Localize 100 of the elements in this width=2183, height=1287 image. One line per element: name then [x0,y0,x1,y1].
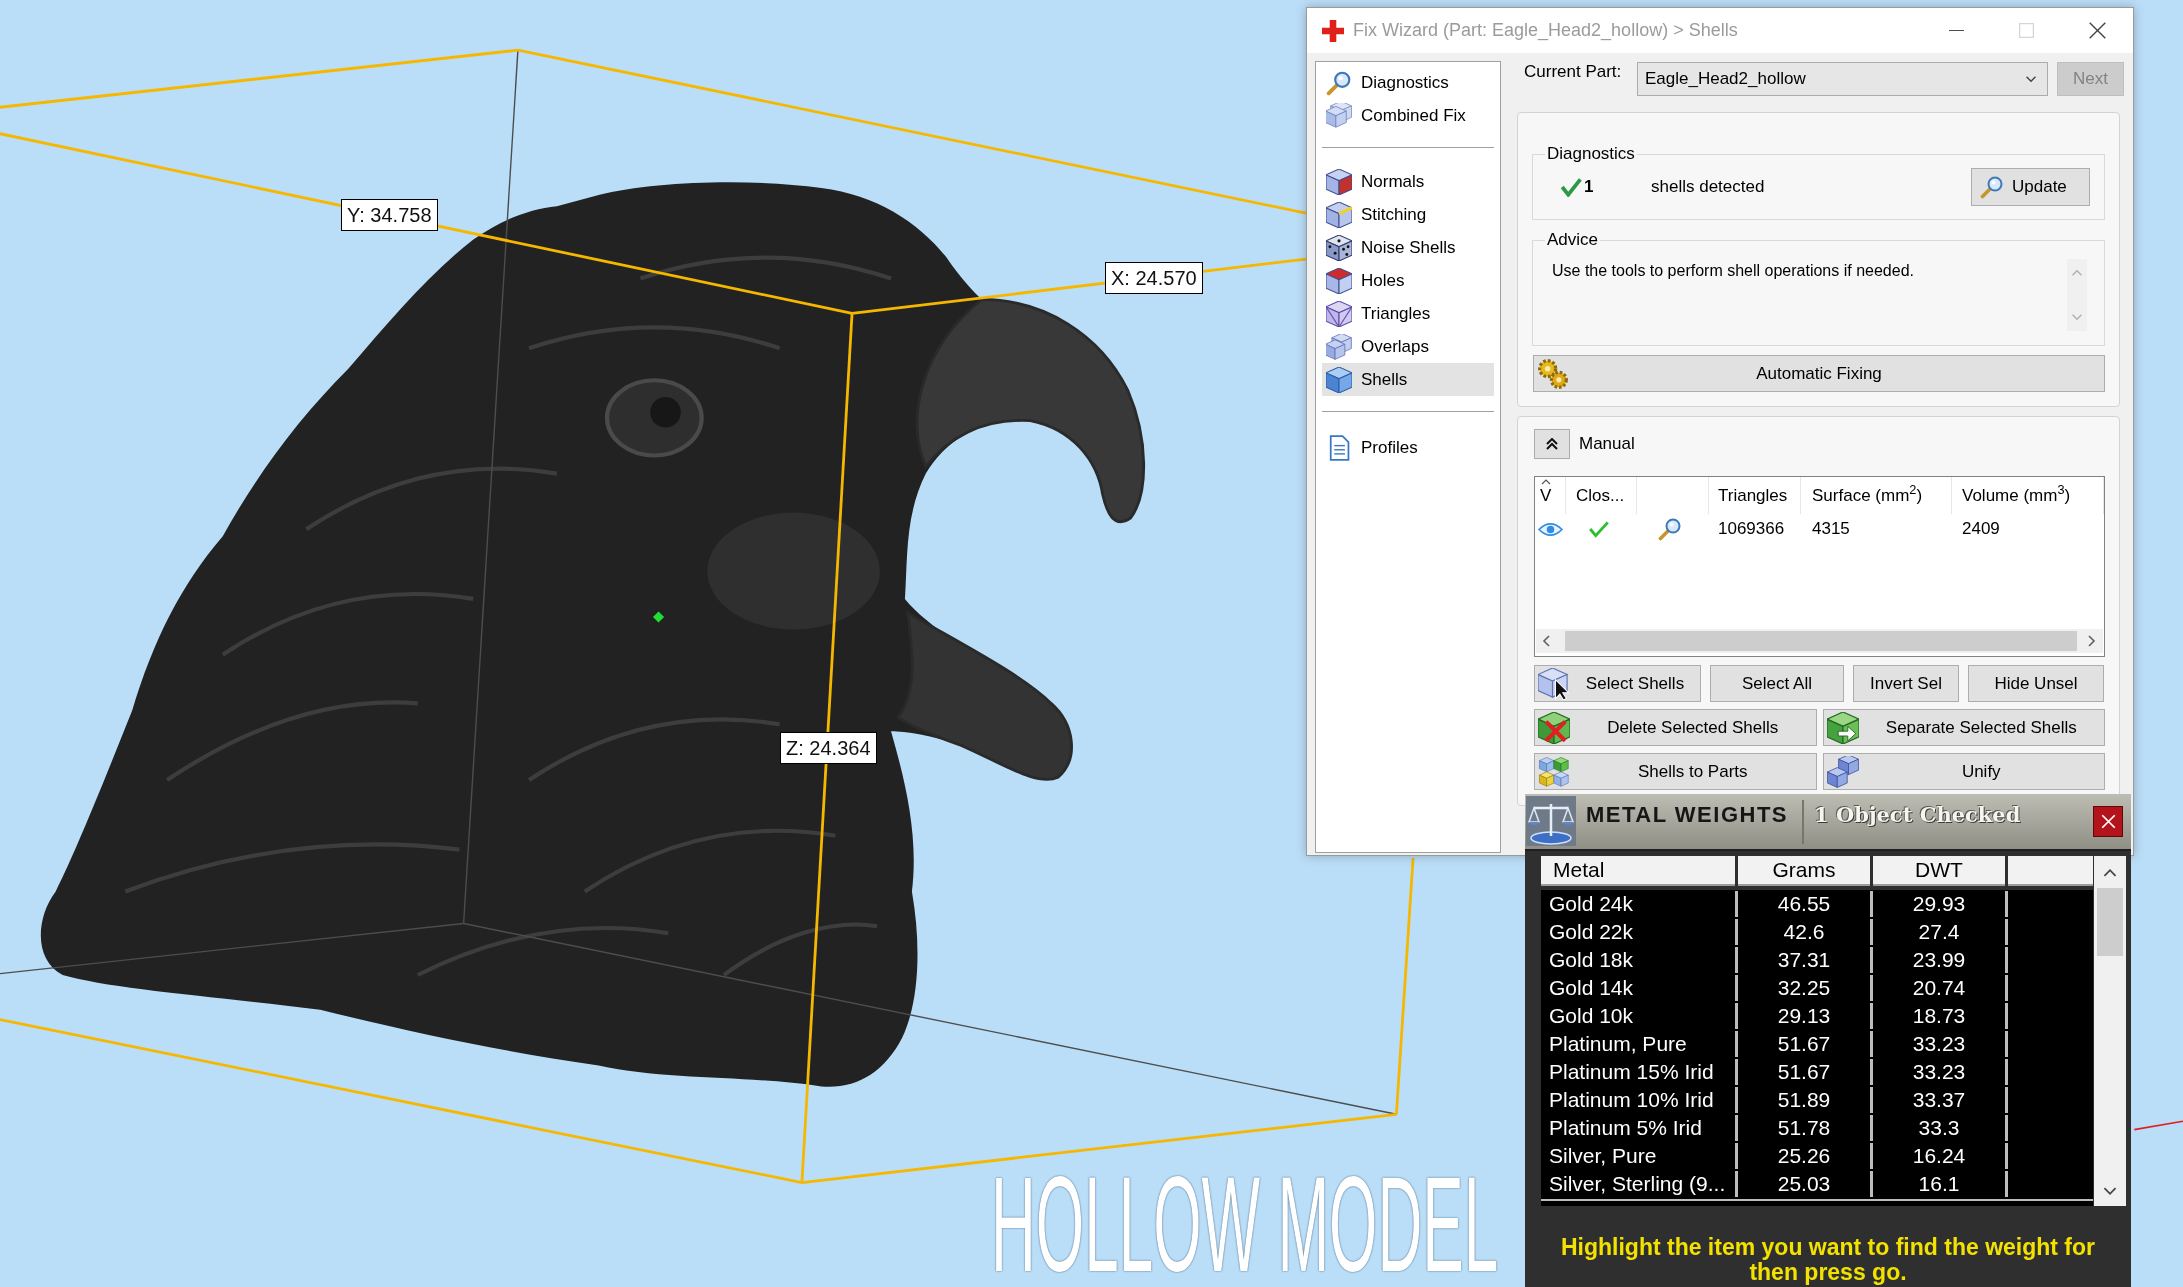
table-cell: Gold 10k [1541,1003,1735,1029]
collapse-button[interactable] [1534,429,1570,459]
column-header[interactable]: V [1535,477,1566,514]
sidebar-item[interactable]: Noise Shells [1322,231,1494,264]
table-cell: Platinum 5% Irid [1541,1115,1735,1141]
table-row[interactable]: Platinum 15% Irid 51.67 33.23 [1541,1059,2093,1085]
table-row[interactable]: 1069366 4315 2409 [1535,514,2104,544]
close-button[interactable] [2093,806,2123,837]
update-button[interactable]: Update [1971,168,2090,206]
sidebar-item[interactable]: Diagnostics [1322,66,1494,99]
axis-line [2133,1120,2183,1131]
scrollbar-thumb[interactable] [1565,631,2077,651]
group-title: Advice [1546,229,1600,251]
sidebar-item[interactable]: Normals [1322,165,1494,198]
table-cell: 33.37 [1873,1087,2005,1113]
sidebar-item[interactable]: Profiles [1322,431,1494,464]
action-button[interactable]: Select All [1710,665,1844,702]
action-button[interactable]: Separate Selected Shells [1822,709,2105,746]
sidebar-item[interactable]: Shells [1322,363,1494,396]
dice-icon [1326,234,1352,261]
table-row[interactable]: Gold 10k 29.13 18.73 [1541,1003,2093,1029]
sidebar-item[interactable]: Holes [1322,264,1494,297]
table-row[interactable]: Silver, Sterling (9... 25.03 16.1 [1541,1171,2093,1197]
column-header[interactable]: DWT [1873,856,2005,886]
action-button[interactable]: Delete Selected Shells [1534,709,1817,746]
part-dropdown[interactable]: Eagle_Head2_hollow [1637,62,2048,96]
column-header[interactable]: Grams [1738,856,1870,886]
dimension-label: Z: 24.364 [780,732,877,764]
table-cell: Silver, Pure [1541,1143,1735,1169]
table-cell: 32.25 [1738,975,1870,1001]
column-header[interactable]: Metal [1541,856,1735,886]
shaded-cube-icon [1326,168,1352,195]
cube-seam-icon [1326,201,1352,228]
scroll-down-icon[interactable] [2103,1186,2117,1196]
column-header[interactable]: Surface (mm$^{2}$) [1801,477,1952,514]
joined-cubes-icon [1826,755,1859,788]
eye-icon[interactable] [1538,521,1563,537]
table-cell-text: 4315 [1811,518,1851,541]
sidebar-item[interactable]: Stitching [1322,198,1494,231]
section-title: Manual [1579,433,1635,456]
column-header[interactable]: Triangles [1709,477,1801,514]
table-row[interactable]: Gold 24k 46.55 29.93 [1541,891,2093,917]
chevron-down-icon [2025,75,2037,83]
maximize-icon [2018,23,2034,38]
action-button[interactable]: Shells to Parts [1534,753,1817,790]
field-label: Current Part: [1523,62,1623,82]
table-cell: 29.13 [1738,1003,1870,1029]
table-row[interactable]: Silver, Pure 25.26 16.24 [1541,1143,2093,1169]
vertical-scrollbar[interactable] [2094,856,2126,1206]
table-cell: 25.03 [1738,1171,1870,1197]
table-cell: 16.24 [1873,1143,2005,1169]
scroll-right-icon[interactable] [2087,635,2096,647]
close-icon [2088,22,2106,39]
table-cell: 18.73 [1873,1003,2005,1029]
sidebar-item[interactable]: Overlaps [1322,330,1494,363]
table-cell: Gold 24k [1541,891,1735,917]
magnifier-icon [1326,69,1352,96]
plus-icon [1322,19,1344,42]
table-row[interactable]: Platinum, Pure 51.67 33.23 [1541,1031,2093,1057]
status-text: 1 Object Checked [1814,802,2021,828]
table-cell: Gold 14k [1541,975,1735,1001]
table-row[interactable]: Gold 14k 32.25 20.74 [1541,975,2093,1001]
table-row[interactable]: Gold 22k 42.6 27.4 [1541,919,2093,945]
table-cell: 51.78 [1738,1115,1870,1141]
hint-text: Highlight the item you want to find the weight for then press go. [1559,1235,2097,1287]
table-cell: 42.6 [1738,919,1870,945]
table-row[interactable]: Gold 18k 37.31 23.99 [1541,947,2093,973]
table-cell: 16.1 [1873,1171,2005,1197]
minimize-icon [1948,29,1964,32]
table-row[interactable]: Platinum 10% Irid 51.89 33.37 [1541,1087,2093,1113]
automatic-fixing-button[interactable]: Automatic Fixing [1533,355,2105,392]
marker-icon [652,611,665,623]
table-row[interactable]: Platinum 5% Irid 51.78 33.3 [1541,1115,2093,1141]
action-button[interactable]: Invert Sel [1853,665,1959,702]
action-button[interactable]: Unify [1822,753,2105,790]
table-cell: Gold 22k [1541,919,1735,945]
window-title: Fix Wizard (Part: Eagle_Head2_hollow) > Shells [1353,19,1738,43]
action-button[interactable]: Select Shells [1534,665,1701,702]
column-header[interactable]: Clos... [1566,477,1637,514]
horizontal-scrollbar[interactable] [1536,629,2103,653]
scrollbar-thumb[interactable] [2097,888,2123,956]
magnifier-icon [1980,175,2004,199]
table-cell: 51.67 [1738,1059,1870,1085]
double-chevron-up-icon [1546,438,1558,450]
stacked-cubes-icon [1326,102,1352,129]
scroll-up-icon[interactable] [2103,868,2117,878]
scroll-left-icon[interactable] [1542,635,1551,647]
action-button[interactable]: Hide Unsel [1968,665,2104,702]
column-header[interactable]: Volume (mm$^{3}$) [1952,477,2104,514]
cube-grid-icon [1538,755,1570,788]
sidebar-item[interactable]: Triangles [1322,297,1494,330]
table-cell-text: 1069366 [1717,518,1786,541]
table-cell: 29.93 [1873,891,2005,917]
table-cell: 25.26 [1738,1143,1870,1169]
sidebar-item[interactable]: Combined Fix [1322,99,1494,132]
table-cell: 20.74 [1873,975,2005,1001]
cube-delete-icon [1538,711,1570,744]
cube-cursor-icon [1538,667,1570,700]
table-cell: Platinum, Pure [1541,1031,1735,1057]
column-header[interactable] [2008,856,2093,886]
